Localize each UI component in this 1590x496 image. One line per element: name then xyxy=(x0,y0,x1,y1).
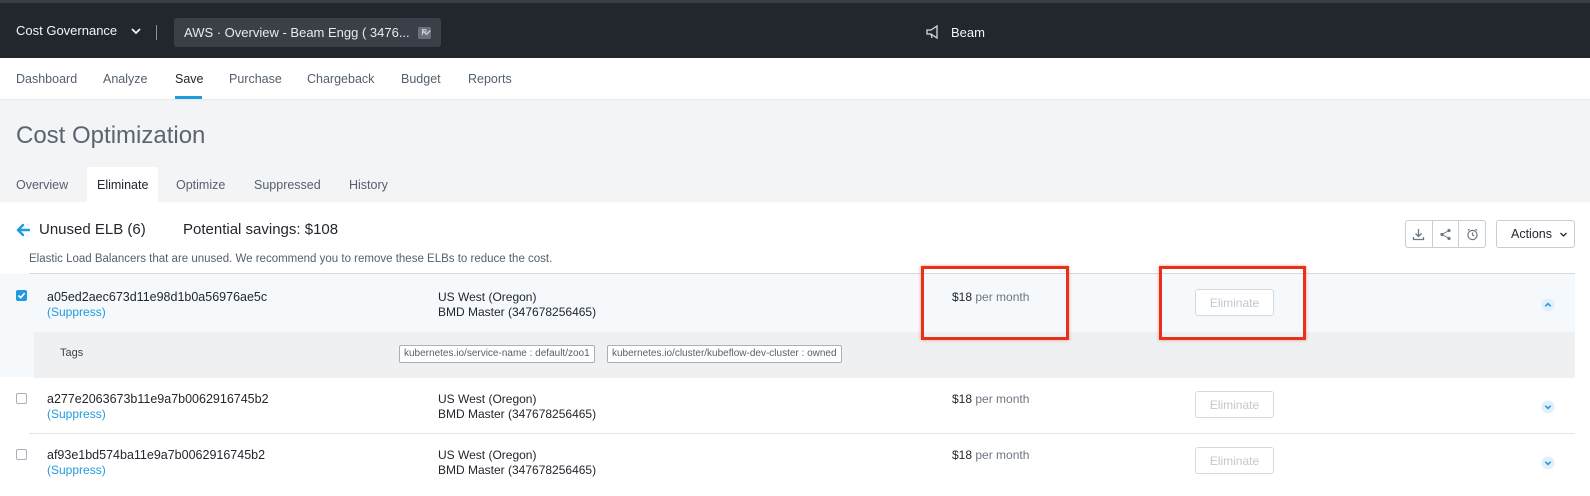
tab-eliminate[interactable]: Eliminate xyxy=(87,167,159,202)
nav-save[interactable]: Save xyxy=(175,72,204,86)
divider xyxy=(156,25,157,40)
tags-label: Tags xyxy=(60,347,84,359)
tab-overview[interactable]: Overview xyxy=(16,178,68,192)
download-button[interactable] xyxy=(1406,221,1433,247)
potential-savings: Potential savings: $108 xyxy=(183,221,339,238)
share-button[interactable] xyxy=(1433,221,1460,247)
divider xyxy=(29,433,1575,434)
context-label: AWS · Overview - Beam Engg ( 3476... xyxy=(184,25,410,40)
top-bar: Cost Governance AWS · Overview - Beam En… xyxy=(0,0,1590,58)
nav-dashboard[interactable]: Dashboard xyxy=(16,72,77,86)
chevron-down-icon[interactable] xyxy=(1541,400,1555,414)
elb-cost: $18 per month xyxy=(952,448,1029,462)
cost-period: per month xyxy=(975,392,1030,406)
section-title: Unused ELB (6) xyxy=(39,221,146,238)
elb-name: a05ed2aec673d11e98d1b0a56976ae5c xyxy=(47,290,268,304)
suppress-link[interactable]: (Suppress) xyxy=(47,407,106,421)
download-icon xyxy=(1413,228,1425,240)
nav-budget[interactable]: Budget xyxy=(401,72,441,86)
elb-account: BMD Master (347678256465) xyxy=(438,305,597,319)
chevron-down-icon xyxy=(1560,232,1567,237)
tag-chip: kubernetes.io/cluster/kubeflow-dev-clust… xyxy=(607,345,842,363)
megaphone-icon xyxy=(926,24,938,40)
elb-cost: $18 per month xyxy=(952,392,1029,406)
actions-dropdown[interactable]: Actions xyxy=(1496,220,1575,248)
elb-name: af93e1bd574ba11e9a7b0062916745b2 xyxy=(47,448,266,462)
elb-region: US West (Oregon) xyxy=(438,290,537,304)
schedule-icon xyxy=(1466,228,1478,240)
app-switcher[interactable]: Cost Governance xyxy=(16,23,143,38)
elb-account: BMD Master (347678256465) xyxy=(438,463,597,477)
tag-chip: kubernetes.io/service-name : default/zoo… xyxy=(399,345,595,363)
content-area: Unused ELB (6) Potential savings: $108 E… xyxy=(0,202,1590,496)
highlight-box-eliminate xyxy=(1159,266,1306,340)
check-icon xyxy=(17,292,26,299)
elb-region: US West (Oregon) xyxy=(438,392,537,406)
back-arrow-icon[interactable] xyxy=(16,223,30,237)
eliminate-button[interactable]: Eliminate xyxy=(1195,391,1274,418)
suppress-link[interactable]: (Suppress) xyxy=(47,463,106,477)
tab-suppressed[interactable]: Suppressed xyxy=(254,178,321,192)
nav-reports[interactable]: Reports xyxy=(468,72,512,86)
row-checkbox[interactable] xyxy=(16,393,27,404)
cost-value: $18 xyxy=(952,392,973,406)
app-name: Cost Governance xyxy=(16,23,118,38)
main-nav: Dashboard Analyze Save Purchase Chargeba… xyxy=(0,58,1590,100)
cost-value: $18 xyxy=(952,448,973,462)
actions-label: Actions xyxy=(1511,227,1552,241)
row-checkbox[interactable] xyxy=(16,290,27,301)
chevron-down-icon xyxy=(131,27,141,34)
elb-name: a277e2063673b11e9a7b0062916745b2 xyxy=(47,392,269,406)
tab-optimize[interactable]: Optimize xyxy=(176,178,225,192)
context-selector[interactable]: AWS · Overview - Beam Engg ( 3476... P xyxy=(174,18,441,47)
page-header: Cost Optimization Overview Eliminate Opt… xyxy=(0,100,1590,202)
chevron-up-icon[interactable] xyxy=(1541,298,1555,312)
chevron-down-icon xyxy=(422,30,431,36)
section-description: Elastic Load Balancers that are unused. … xyxy=(29,253,553,265)
suppress-link[interactable]: (Suppress) xyxy=(47,305,106,319)
page-title: Cost Optimization xyxy=(16,122,206,149)
nav-analyze[interactable]: Analyze xyxy=(103,72,147,86)
chevron-down-icon[interactable] xyxy=(1541,456,1555,470)
nav-chargeback[interactable]: Chargeback xyxy=(307,72,374,86)
toolbar-icon-group xyxy=(1405,220,1486,248)
cost-period: per month xyxy=(975,448,1030,462)
elb-region: US West (Oregon) xyxy=(438,448,537,462)
brand[interactable]: Beam xyxy=(925,24,985,40)
eliminate-button[interactable]: Eliminate xyxy=(1195,447,1274,474)
schedule-button[interactable] xyxy=(1459,221,1485,247)
elb-account: BMD Master (347678256465) xyxy=(438,407,597,421)
share-icon xyxy=(1440,228,1451,240)
tab-history[interactable]: History xyxy=(349,178,388,192)
brand-name: Beam xyxy=(951,24,985,40)
nav-active-indicator xyxy=(175,96,202,99)
row-checkbox[interactable] xyxy=(16,449,27,460)
nav-purchase[interactable]: Purchase xyxy=(229,72,282,86)
highlight-box-cost xyxy=(921,266,1069,340)
